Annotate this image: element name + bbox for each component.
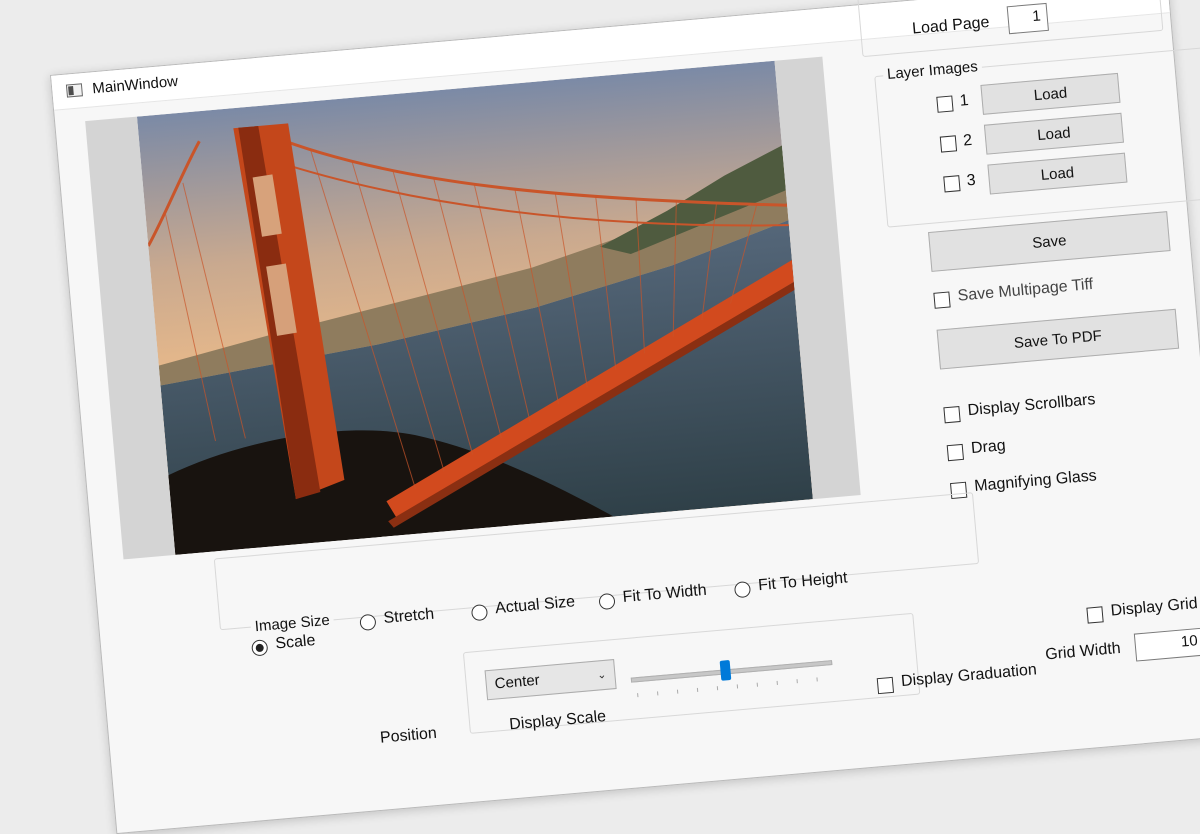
fit-to-height-radio[interactable] xyxy=(733,580,752,599)
save-to-pdf-button[interactable]: Save To PDF xyxy=(936,308,1180,370)
window-icon xyxy=(65,83,83,98)
slider-tick xyxy=(816,677,818,682)
display-scrollbars-label: Display Scrollbars xyxy=(967,391,1097,420)
display-grid-label: Display Grid xyxy=(1110,595,1199,620)
grid-width-label: Grid Width xyxy=(1044,639,1122,664)
bridge-photo xyxy=(136,60,813,555)
scale-radio[interactable] xyxy=(251,639,269,657)
image-size-legend: Image Size xyxy=(250,611,335,637)
layer-3-label: 3 xyxy=(965,171,977,190)
main-window: MainWindow Load Page 1 Layer Images 1 Lo… xyxy=(50,0,1200,834)
save-multipage-label: Save Multipage Tiff xyxy=(956,275,1094,305)
scene: MainWindow Load Page 1 Layer Images 1 Lo… xyxy=(50,0,1200,834)
chevron-down-icon: ⌄ xyxy=(596,668,607,682)
slider-tick xyxy=(716,686,719,691)
save-multipage-checkbox[interactable] xyxy=(933,291,951,309)
display-scrollbars-checkbox[interactable] xyxy=(943,406,961,424)
actual-size-radio[interactable] xyxy=(470,603,489,622)
layer-3-checkbox[interactable] xyxy=(943,175,961,193)
window-title: MainWindow xyxy=(91,72,179,98)
display-graduation-checkbox[interactable] xyxy=(876,676,895,695)
image-viewer[interactable] xyxy=(85,56,861,560)
grid-width-input[interactable]: 10 xyxy=(1133,627,1200,662)
slider-tick xyxy=(676,689,679,694)
drag-checkbox[interactable] xyxy=(946,443,965,462)
display-graduation-label: Display Graduation xyxy=(900,661,1038,691)
layer-2-checkbox[interactable] xyxy=(939,135,958,153)
stretch-radio[interactable] xyxy=(359,613,377,632)
bridge-photo-svg xyxy=(136,60,813,555)
magnifying-glass-label: Magnifying Glass xyxy=(973,467,1098,495)
slider-tick xyxy=(696,687,699,692)
layer-2-label: 2 xyxy=(962,131,973,150)
layer-images-legend: Layer Images xyxy=(882,57,983,85)
slider-tick xyxy=(736,684,739,689)
display-scale-slider-thumb[interactable] xyxy=(719,659,732,681)
load-page-input[interactable]: 1 xyxy=(1006,2,1049,35)
position-combo-value: Center xyxy=(494,671,541,693)
drag-label: Drag xyxy=(970,437,1007,458)
display-grid-checkbox[interactable] xyxy=(1086,606,1104,624)
stretch-label: Stretch xyxy=(382,605,435,627)
position-label: Position xyxy=(379,724,438,747)
fit-to-width-radio[interactable] xyxy=(598,592,616,611)
layer-1-label: 1 xyxy=(959,92,970,110)
scale-label: Scale xyxy=(274,632,317,653)
layer-1-checkbox[interactable] xyxy=(936,95,954,113)
slider-tick xyxy=(657,691,659,696)
